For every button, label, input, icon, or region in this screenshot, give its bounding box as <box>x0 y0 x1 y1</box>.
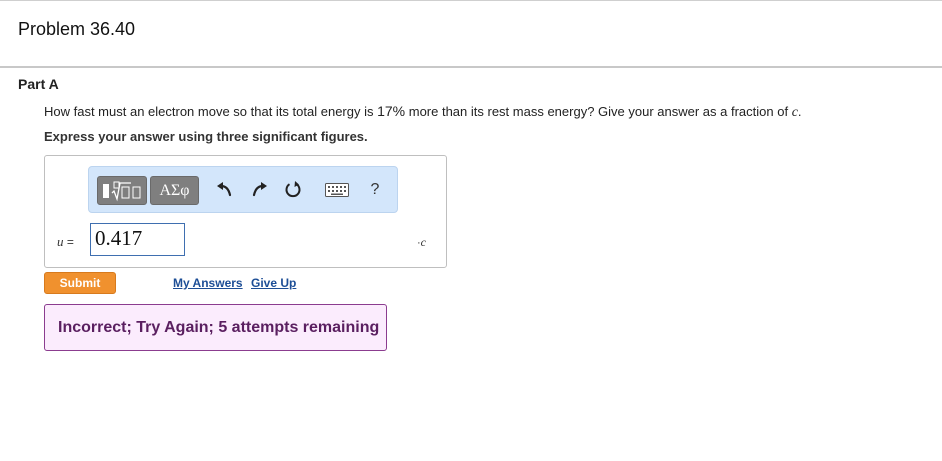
variable-symbol: u <box>57 234 64 249</box>
feedback-message: Incorrect; Try Again; 5 attempts remaini… <box>44 304 387 351</box>
unit-variable: c <box>420 235 426 249</box>
part-label: Part A <box>18 76 59 92</box>
undo-button[interactable] <box>211 177 239 203</box>
give-up-link[interactable]: Give Up <box>251 276 296 290</box>
answer-variable-label: u = <box>57 234 74 250</box>
keyboard-button[interactable] <box>323 177 351 203</box>
submit-button[interactable]: Submit <box>44 272 116 294</box>
question-mid: more than its rest mass energy? Give you… <box>405 104 792 119</box>
my-answers-link[interactable]: My Answers <box>173 276 243 290</box>
question-pre: How fast must an electron move so that i… <box>44 104 378 119</box>
math-toolbar: ΑΣφ ? <box>88 166 398 213</box>
question-end: . <box>797 104 802 119</box>
templates-button[interactable] <box>97 176 147 205</box>
problem-title: Problem 36.40 <box>18 19 136 39</box>
help-button[interactable]: ? <box>361 177 389 203</box>
part-divider <box>0 66 942 68</box>
answer-unit: ·c <box>417 235 426 250</box>
answer-box: ΑΣφ ? u = 0.417 ·c <box>44 155 447 268</box>
answer-input[interactable]: 0.417 <box>90 223 185 256</box>
undo-icon <box>217 182 232 197</box>
templates-icon <box>103 181 141 201</box>
reset-icon <box>285 181 301 198</box>
greek-symbols-button[interactable]: ΑΣφ <box>150 176 199 205</box>
keyboard-icon <box>325 183 349 197</box>
instruction-text: Express your answer using three signific… <box>44 129 368 144</box>
redo-button[interactable] <box>245 177 273 203</box>
top-divider <box>0 0 942 1</box>
question-percent: 17% <box>377 103 406 119</box>
equals-sign: = <box>66 235 74 249</box>
reset-button[interactable] <box>279 177 307 203</box>
question-text: How fast must an electron move so that i… <box>44 103 802 121</box>
redo-icon <box>252 182 267 197</box>
